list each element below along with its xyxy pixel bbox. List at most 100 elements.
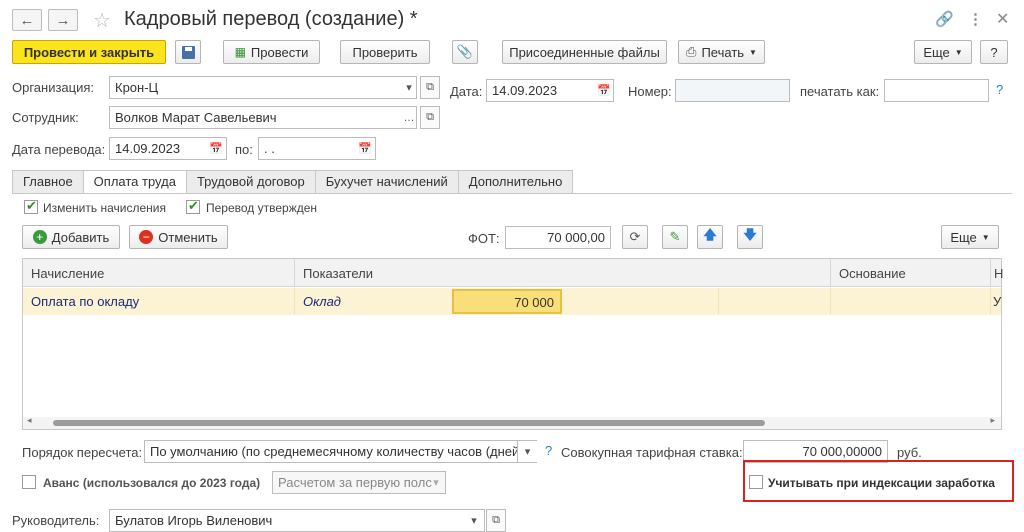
open-icon[interactable]: ⧉ <box>486 509 506 532</box>
add-button[interactable]: + Добавить <box>22 225 120 249</box>
help-link[interactable]: ? <box>996 82 1003 97</box>
print-as-label: печатать как: <box>800 84 880 99</box>
number-field[interactable] <box>675 79 790 102</box>
chevron-down-icon[interactable]: ▾ <box>517 441 537 462</box>
pencil-icon: ✎ <box>669 229 681 244</box>
cancel-label: Отменить <box>158 229 218 245</box>
tab-additional[interactable]: Дополнительно <box>457 170 574 193</box>
indicator-value-cell[interactable]: 70 000 <box>452 289 562 314</box>
chevron-down-icon[interactable]: ▾ <box>464 509 484 532</box>
tab-contract[interactable]: Трудовой договор <box>185 170 316 193</box>
advance-select[interactable]: Расчетом за первую полс <box>272 471 446 494</box>
star-icon[interactable]: ☆ <box>93 8 111 33</box>
printer-icon: ⎙ <box>686 44 697 59</box>
help-label: ? <box>990 44 998 60</box>
column-accrual[interactable]: Начисление <box>23 259 295 287</box>
check-button[interactable]: Проверить <box>340 40 430 64</box>
change-accruals-label: Изменить начисления <box>43 201 166 215</box>
kebab-menu-icon[interactable]: ⋮ <box>968 10 983 28</box>
column-extra[interactable]: Н <box>991 259 1003 287</box>
attach-button[interactable]: 📎 <box>452 40 478 64</box>
arrow-right-icon: → <box>55 11 71 29</box>
column-basis[interactable]: Основание <box>831 259 991 287</box>
org-field[interactable]: Крон-Ц <box>109 76 417 99</box>
arrow-down-icon: 🡇 <box>743 227 757 242</box>
calendar-icon[interactable]: 📅 <box>206 137 226 160</box>
scroll-left-icon[interactable]: ◂ <box>27 415 32 426</box>
accruals-table: Начисление Показатели Основание Н Оплата… <box>22 258 1003 430</box>
attached-files-button[interactable]: Присоединенные файлы <box>502 40 667 64</box>
advance-checkbox[interactable] <box>22 475 36 489</box>
open-icon[interactable]: ⧉ <box>420 106 440 129</box>
table-row[interactable]: Оплата по окладу Оклад 70 000 У <box>23 288 1001 315</box>
basis-cell[interactable] <box>831 288 991 315</box>
calendar-icon[interactable]: 📅 <box>594 79 614 102</box>
close-icon[interactable]: ✕ <box>996 9 1009 29</box>
attached-files-label: Присоединенные файлы <box>509 44 660 60</box>
minus-circle-icon: − <box>139 230 154 244</box>
employee-field[interactable]: Волков Марат Савельевич <box>109 106 417 129</box>
post-button[interactable]: ▦ Провести <box>223 40 320 64</box>
tab-bar: Главное Оплата труда Трудовой договор Бу… <box>12 170 574 194</box>
scroll-right-icon[interactable]: ▸ <box>990 415 995 426</box>
scrollbar-thumb[interactable] <box>53 420 765 426</box>
arrow-up-icon: 🡅 <box>703 227 717 242</box>
post-label: Провести <box>250 44 309 60</box>
floppy-icon <box>181 45 195 59</box>
rate-label: Совокупная тарифная ставка: <box>561 445 743 460</box>
extra-cell: У <box>993 294 1002 309</box>
date-label: Дата: <box>450 84 483 99</box>
tab-accounting[interactable]: Бухучет начислений <box>314 170 459 193</box>
calendar-icon[interactable]: 📅 <box>355 137 375 160</box>
edit-button[interactable]: ✎ <box>662 225 688 249</box>
table-header: Начисление Показатели Основание Н <box>23 259 1003 287</box>
indexation-checkbox[interactable] <box>749 475 763 489</box>
refresh-button[interactable]: ⟳ <box>622 225 648 249</box>
move-up-button[interactable]: 🡅 <box>697 225 723 249</box>
tab-main[interactable]: Главное <box>12 170 84 193</box>
number-label: Номер: <box>628 84 672 99</box>
accrual-cell[interactable]: Оплата по окладу <box>23 288 295 315</box>
print-as-field[interactable] <box>884 79 989 102</box>
add-label: Добавить <box>51 229 110 245</box>
recalc-help-link[interactable]: ? <box>545 443 552 458</box>
transfer-date-label: Дата перевода: <box>12 142 106 157</box>
paperclip-icon: 📎 <box>456 44 474 59</box>
employee-label: Сотрудник: <box>12 110 79 125</box>
indicator-cell[interactable]: Оклад <box>295 288 451 315</box>
back-button[interactable]: ← <box>12 9 42 31</box>
link-icon[interactable]: 🔗 <box>935 10 954 28</box>
indexation-label: Учитывать при индексации заработка <box>768 476 995 490</box>
currency-label: руб. <box>897 445 922 460</box>
post-and-close-button[interactable]: Провести и закрыть <box>12 40 166 64</box>
tab-divider <box>12 193 1012 194</box>
chevron-down-icon[interactable]: ▾ <box>426 471 446 494</box>
cancel-button[interactable]: − Отменить <box>129 225 228 249</box>
chevron-down-icon[interactable]: ▾ <box>399 76 419 99</box>
transfer-approved-label: Перевод утвержден <box>206 201 318 215</box>
forward-button[interactable]: → <box>48 9 78 31</box>
save-button[interactable] <box>175 40 201 64</box>
change-accruals-checkbox[interactable] <box>24 198 38 214</box>
recalc-select[interactable]: По умолчанию (по среднемесячному количес… <box>144 440 537 463</box>
transfer-approved-checkbox[interactable] <box>186 198 200 214</box>
open-icon[interactable]: ⧉ <box>420 76 440 99</box>
column-indicators[interactable]: Показатели <box>295 259 831 287</box>
tab-pay[interactable]: Оплата труда <box>82 170 187 194</box>
fot-field[interactable]: 70 000,00 <box>505 226 611 249</box>
manager-field[interactable]: Булатов Игорь Виленович <box>109 509 485 532</box>
arrow-left-icon: ← <box>19 11 35 29</box>
print-button[interactable]: ⎙ Печать ▼ <box>678 40 765 64</box>
caret-down-icon: ▼ <box>749 47 757 57</box>
post-icon: ▦ <box>234 45 246 59</box>
print-label: Печать <box>701 44 745 60</box>
horizontal-scrollbar[interactable]: ◂ ▸ <box>23 415 1001 429</box>
ellipsis-icon[interactable]: … <box>399 106 419 129</box>
table-more-button[interactable]: Еще ▼ <box>941 225 999 249</box>
more-button[interactable]: Еще ▼ <box>914 40 972 64</box>
more-label: Еще <box>923 44 950 60</box>
to-label: по: <box>235 142 253 157</box>
help-button[interactable]: ? <box>980 40 1008 64</box>
move-down-button[interactable]: 🡇 <box>737 225 763 249</box>
post-and-close-label: Провести и закрыть <box>23 44 155 60</box>
